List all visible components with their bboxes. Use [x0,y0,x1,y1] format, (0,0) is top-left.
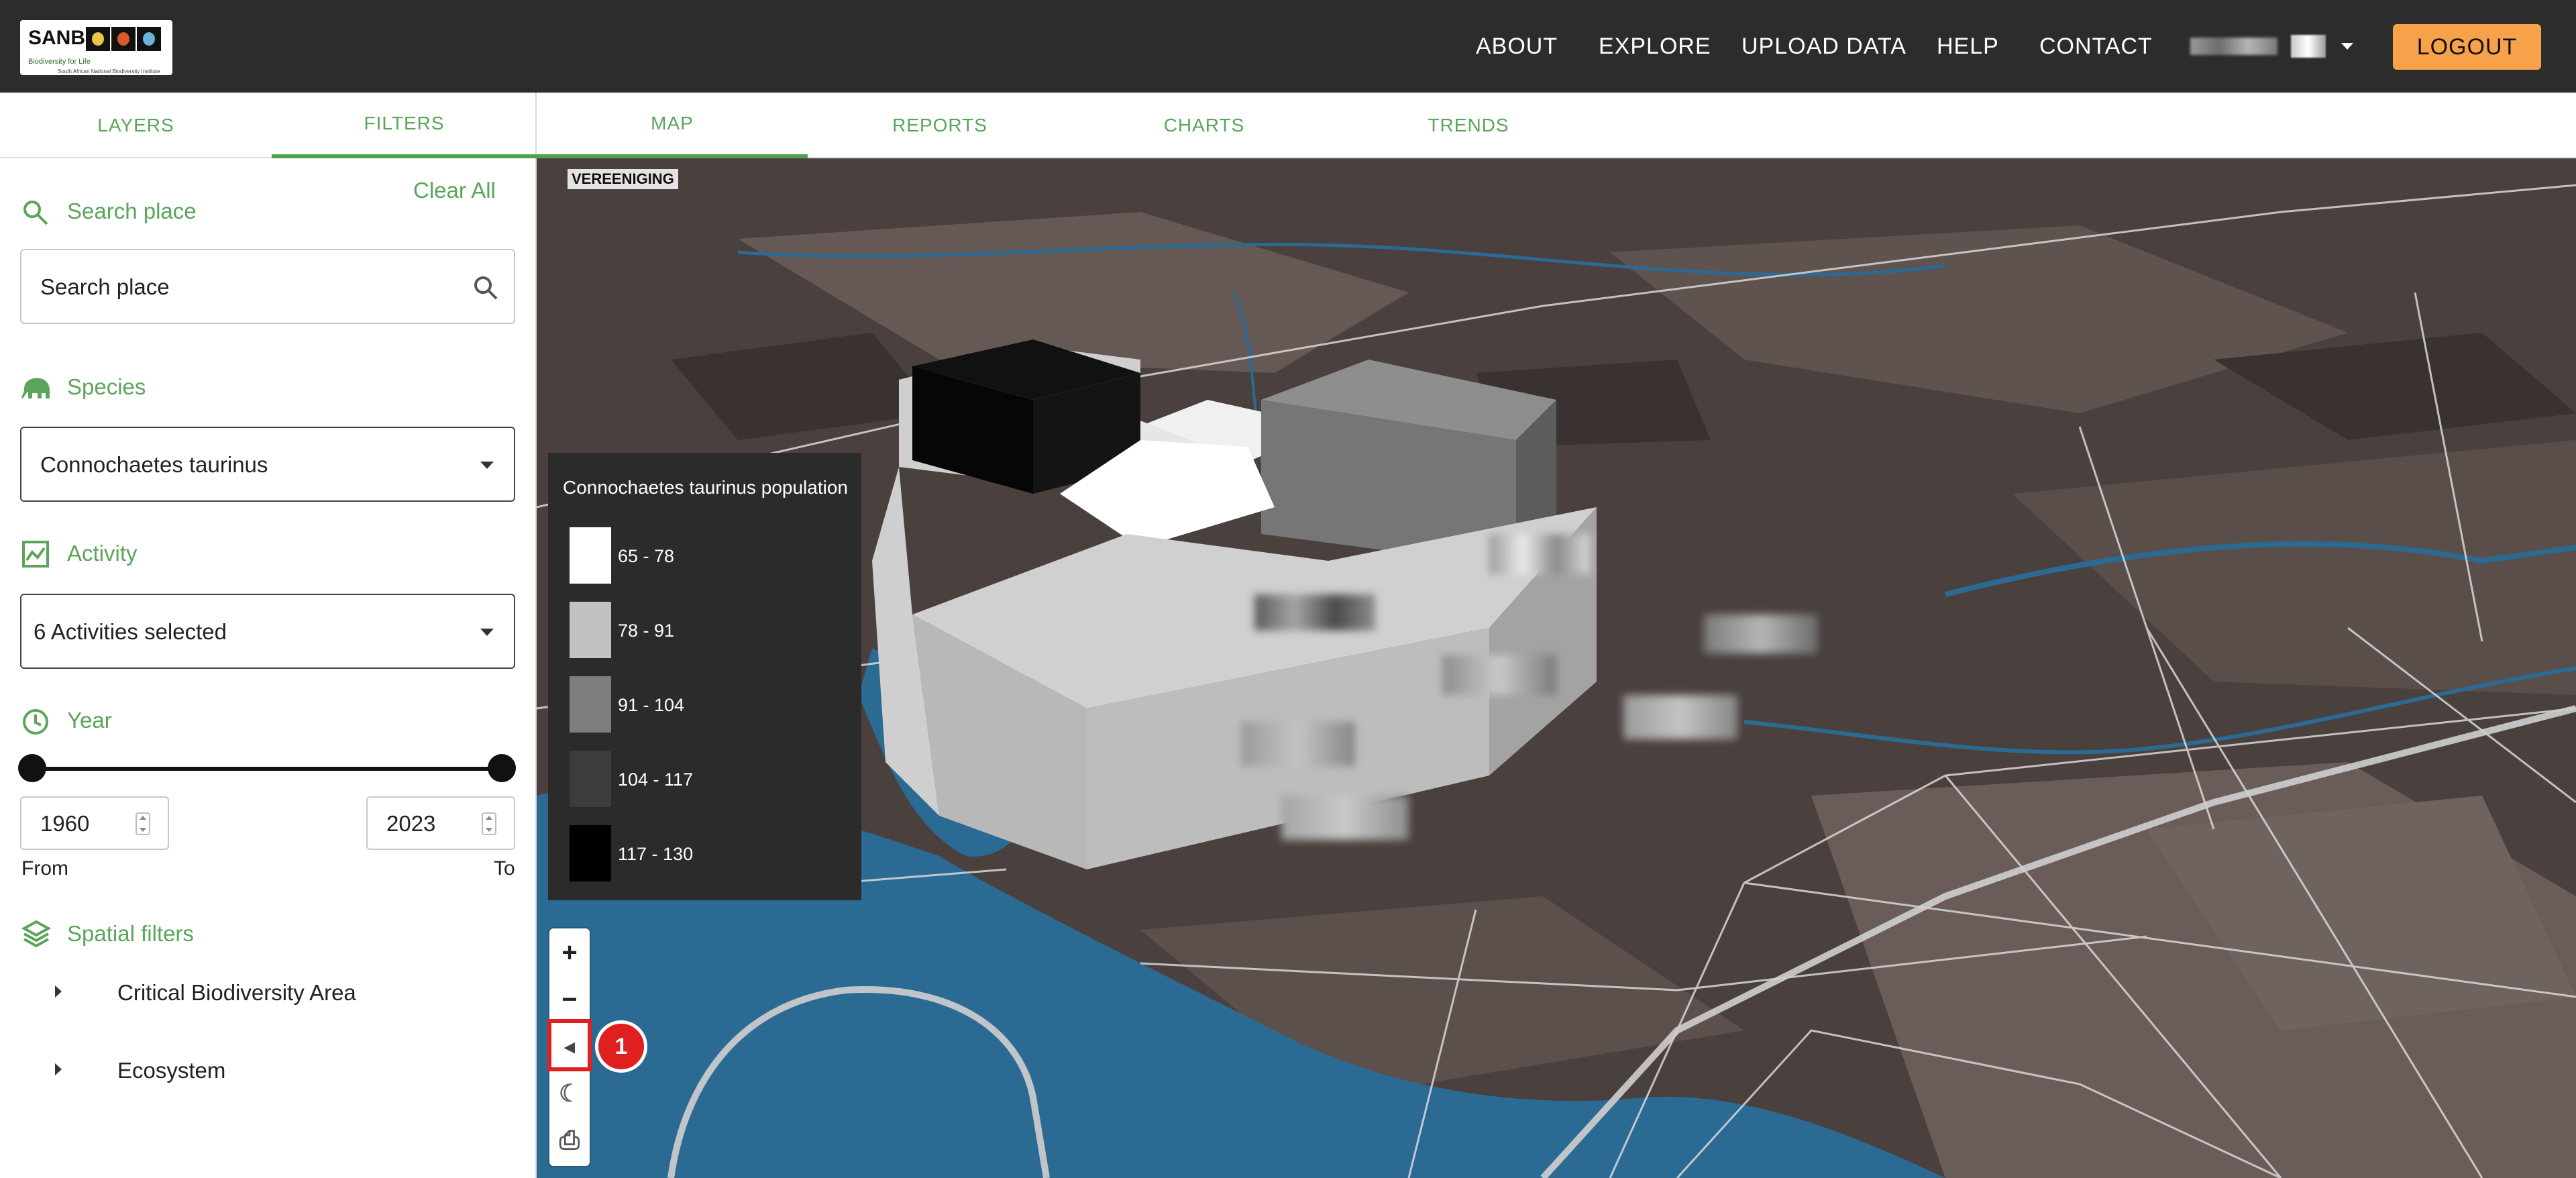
legend-swatch [570,676,611,733]
logo-tile-icon [86,27,110,51]
elephant-icon [21,378,50,398]
legend-item: 65 - 78 [570,527,851,584]
user-menu[interactable] [2190,32,2353,60]
logout-button[interactable]: LOGOUT [2393,24,2541,70]
filter-panel: LAYERS FILTERS Search place Clear All Se… [0,93,537,1178]
legend-swatch [570,527,611,584]
tab-layers[interactable]: LAYERS [0,93,272,158]
redacted-map-label [1489,534,1590,574]
layers-icon [21,920,51,948]
search-icon [23,201,48,225]
legend-swatch [570,825,611,881]
logo-tile-icon [137,27,161,51]
chevron-down-icon [480,462,494,469]
caret-right-icon[interactable] [55,985,62,998]
search-input-placeholder: Search place [40,274,170,299]
tab-trends[interactable]: TRENDS [1336,93,1601,158]
activity-value: 6 Activities selected [34,619,227,644]
avatar [2291,35,2326,58]
annotation-highlight [547,1019,592,1071]
search-section-label: Search place [67,199,197,223]
year-from-value: 1960 [40,811,90,836]
caret-right-icon[interactable] [55,1063,62,1075]
legend-range: 117 - 130 [618,844,694,864]
clear-all-link[interactable]: Clear All [413,178,496,203]
app-header: SANBI Biodiversity for Life South Africa… [0,0,2576,93]
year-label: Year [67,708,112,733]
legend-range: 78 - 91 [618,621,675,641]
species-label: Species [67,374,146,399]
map-legend: Connochaetes taurinus population 65 - 78… [548,453,861,900]
logo-tile-icon [111,27,136,51]
legend-range: 91 - 104 [618,695,685,715]
nav-about[interactable]: ABOUT [1476,34,1558,60]
main-tabs: MAP REPORTS CHARTS TRENDS [537,93,2576,158]
chevron-down-icon [480,629,494,636]
spatial-filters-label: Spatial filters [67,921,194,946]
year-range-track[interactable] [32,767,502,771]
legend-swatch [570,602,611,658]
print-button[interactable]: ⎙ [549,1118,590,1163]
clock-icon [23,709,48,735]
legend-item: 91 - 104 [570,676,851,733]
activity-label: Activity [67,541,138,566]
year-to-input[interactable]: 2023 [366,796,515,850]
dark-mode-button[interactable]: ☾ [549,1071,590,1116]
redacted-map-label [1704,614,1818,653]
legend-range: 104 - 117 [618,769,694,790]
stepper-icon[interactable] [482,812,496,835]
year-from-caption: From [21,857,68,879]
tab-map[interactable]: MAP [537,93,808,158]
species-select[interactable]: Connochaetes taurinus [20,427,515,502]
tab-filters[interactable]: FILTERS [272,93,537,158]
year-from-thumb[interactable] [18,754,46,782]
legend-swatch [570,751,611,807]
legend-range: 65 - 78 [618,546,675,566]
spatial-filter-ecosystem[interactable]: Ecosystem [117,1058,225,1083]
species-value: Connochaetes taurinus [40,452,268,477]
zoom-out-button[interactable]: − [549,977,590,1022]
year-from-input[interactable]: 1960 [20,796,169,850]
tab-reports[interactable]: REPORTS [808,93,1072,158]
annotation-badge: 1 [595,1020,647,1073]
zoom-in-button[interactable]: + [549,930,590,975]
nav-help[interactable]: HELP [1937,34,1999,60]
legend-title: Connochaetes taurinus population [563,477,848,498]
nav-upload-data[interactable]: UPLOAD DATA [1741,34,1907,60]
logo-subtitle: Biodiversity for Life [28,58,91,66]
redacted-map-label [1442,655,1556,695]
activity-select[interactable]: 6 Activities selected [20,594,515,669]
legend-item: 117 - 130 [570,825,851,881]
activity-chart-icon [22,541,49,568]
chevron-down-icon [2341,43,2353,50]
redacted-map-label [1281,796,1409,840]
username-redacted [2190,38,2277,55]
legend-item: 104 - 117 [570,751,851,807]
tab-charts[interactable]: CHARTS [1072,93,1336,158]
logo-org-name: South African National Biodiversity Inst… [58,68,160,74]
stepper-icon[interactable] [136,812,150,835]
map-canvas[interactable]: VEREENIGING Connochaetes taurinus popula… [537,158,2576,1178]
spatial-filter-critical-biodiversity-area[interactable]: Critical Biodiversity Area [117,980,356,1006]
map-place-label: VEREENIGING [568,169,678,189]
redacted-map-label [1241,722,1355,766]
year-to-value: 2023 [386,811,436,836]
redacted-map-label [1254,594,1375,631]
legend-item: 78 - 91 [570,602,851,658]
search-input[interactable]: Search place [20,249,515,324]
search-icon[interactable] [472,274,499,301]
year-to-caption: To [494,857,515,879]
nav-contact[interactable]: CONTACT [2039,34,2153,60]
sanbi-logo[interactable]: SANBI Biodiversity for Life South Africa… [20,20,172,75]
year-to-thumb[interactable] [488,754,516,782]
logo-title: SANBI [28,27,91,49]
panel-tabs: LAYERS FILTERS [0,93,537,158]
redacted-map-label [1623,695,1737,739]
nav-explore[interactable]: EXPLORE [1599,34,1711,60]
